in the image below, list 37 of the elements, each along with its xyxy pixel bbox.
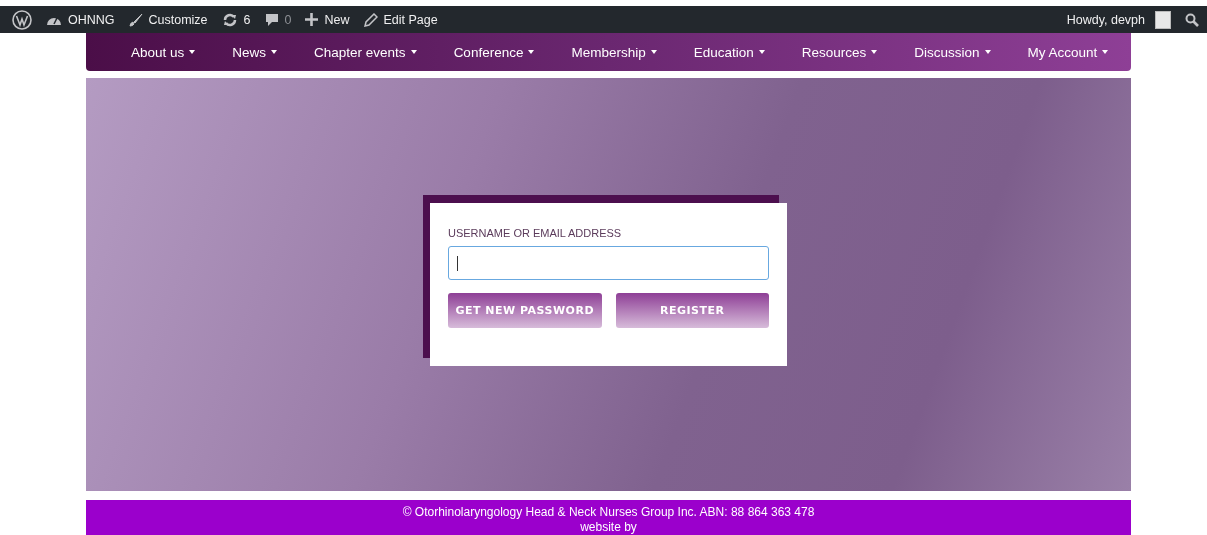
caret-icon <box>1102 50 1109 54</box>
refresh-icon <box>221 12 238 27</box>
account-link[interactable]: Howdy, devph <box>1066 10 1171 29</box>
caret-icon <box>871 50 878 54</box>
avatar-icon <box>1155 10 1171 29</box>
customize-link[interactable]: Customize <box>128 12 208 27</box>
site-name-link[interactable]: OHNNG <box>46 12 115 27</box>
plus-icon <box>305 13 319 26</box>
footer-text: website by <box>579 520 638 535</box>
nav-menu-item[interactable]: Resources <box>801 44 878 60</box>
edit-page-link[interactable]: Edit Page <box>363 12 438 27</box>
caret-icon <box>271 50 278 54</box>
caret-icon <box>758 50 765 54</box>
username-field[interactable] <box>448 246 769 280</box>
brush-icon <box>128 12 143 27</box>
caret-icon <box>650 50 657 54</box>
comment-icon <box>264 12 279 27</box>
nav-menu-item[interactable]: My Account <box>1027 44 1109 60</box>
caret-icon <box>410 50 417 54</box>
nav-menu-item[interactable]: Membership <box>571 44 657 60</box>
caret-icon <box>189 50 196 54</box>
field-label: USERNAME OR EMAIL ADDRESS <box>448 227 623 239</box>
caret-icon <box>984 50 991 54</box>
updates-link[interactable]: 6 <box>221 12 251 27</box>
nav-menu-item[interactable]: About us <box>131 44 196 60</box>
nav-menu-item[interactable]: Chapter events <box>314 44 417 60</box>
pencil-icon <box>363 12 378 27</box>
new-link[interactable]: New <box>305 12 350 27</box>
footer-text: © Otorhinolaryngology Head & Neck Nurses Group Inc. ABN: 88 864 363 478 <box>401 505 816 520</box>
nav-menu-item[interactable]: Discussion <box>914 44 991 60</box>
nav-menu-item[interactable]: Conference <box>453 44 535 60</box>
wordpress-logo-icon[interactable] <box>12 9 32 30</box>
caret-icon <box>528 50 535 54</box>
comments-link[interactable]: 0 <box>264 12 292 27</box>
nav-menu-item[interactable]: Education <box>693 44 765 60</box>
nav-menu-item[interactable]: News <box>232 44 278 60</box>
search-icon[interactable] <box>1185 12 1199 27</box>
